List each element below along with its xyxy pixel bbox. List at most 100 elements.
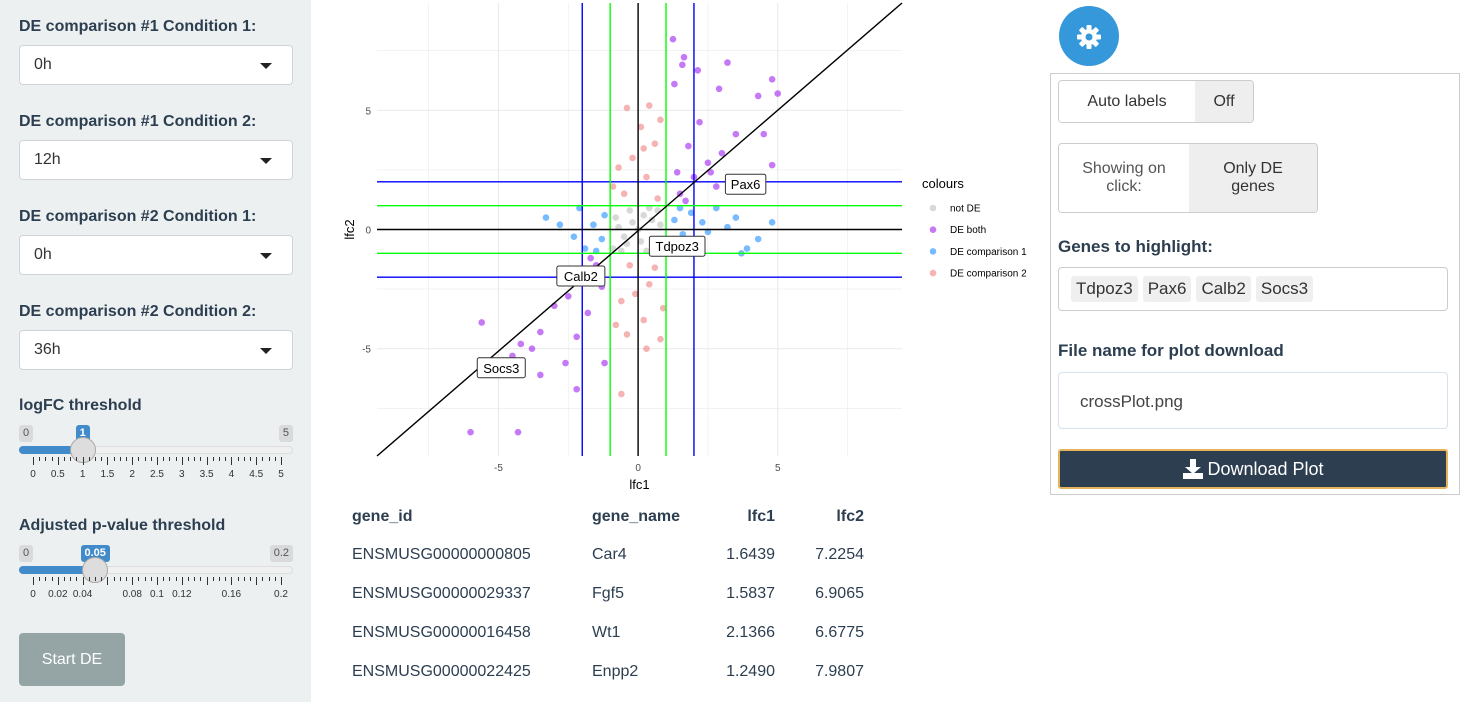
data-point[interactable] (768, 161, 776, 169)
data-point[interactable] (669, 35, 677, 43)
settings-button[interactable] (1059, 6, 1119, 66)
data-point[interactable] (651, 140, 659, 147)
data-point[interactable] (760, 130, 768, 138)
data-point[interactable] (671, 80, 678, 88)
data-point[interactable] (618, 297, 625, 305)
data-point[interactable] (478, 319, 486, 326)
slider-tick-label: 0.02 (48, 589, 68, 600)
data-point[interactable] (537, 371, 544, 379)
data-point[interactable] (699, 219, 706, 226)
data-point[interactable] (657, 335, 664, 343)
slider-tick-label: 0.04 (72, 589, 93, 600)
slider-tick (76, 577, 78, 581)
data-point[interactable] (601, 359, 608, 367)
data-point[interactable] (626, 207, 634, 214)
data-point[interactable] (645, 281, 653, 288)
data-point[interactable] (573, 385, 580, 393)
data-point[interactable] (754, 235, 762, 243)
toggle-value[interactable]: Only DE genes (1189, 144, 1317, 212)
data-point[interactable] (623, 104, 631, 112)
data-point[interactable] (732, 214, 740, 221)
genes-input[interactable]: Tdpoz3 Pax6 Calb2 Socs3 (1058, 267, 1448, 311)
start-de-button[interactable]: Start DE (19, 633, 125, 686)
y-tick-label: 5 (365, 106, 371, 117)
data-point[interactable] (768, 219, 776, 226)
caret-down-icon (260, 253, 272, 259)
data-point[interactable] (623, 331, 631, 338)
data-point[interactable] (570, 233, 578, 240)
data-point[interactable] (724, 59, 731, 66)
data-point[interactable] (673, 168, 681, 176)
table-cell: 1.5837 (726, 585, 775, 602)
data-point[interactable] (514, 428, 522, 436)
data-point[interactable] (584, 309, 592, 317)
data-point[interactable] (467, 428, 474, 436)
data-point[interactable] (679, 61, 686, 69)
data-point[interactable] (682, 197, 689, 205)
data-point[interactable] (768, 75, 776, 83)
de1-cond2-select[interactable]: 12h (19, 140, 293, 180)
data-point[interactable] (542, 214, 550, 221)
data-point[interactable] (573, 333, 580, 341)
data-point[interactable] (712, 183, 720, 190)
data-point[interactable] (694, 66, 702, 74)
data-point[interactable] (618, 390, 625, 398)
showing-on-click-toggle[interactable]: Showing on click: Only DE genes (1058, 143, 1318, 213)
auto-labels-toggle[interactable]: Auto labels Off (1058, 80, 1254, 123)
data-point[interactable] (645, 102, 653, 109)
data-point[interactable] (704, 159, 712, 167)
data-point[interactable] (685, 142, 692, 150)
data-point[interactable] (743, 245, 751, 252)
cross-plot[interactable]: Pax6 Tdpoz3 Calb2 Socs3 -5 0 5 -5 0 5 lfc1 lfc2 colo… (330, 0, 1045, 500)
data-point[interactable] (629, 154, 636, 162)
data-point[interactable] (715, 85, 723, 93)
data-point[interactable] (528, 345, 536, 353)
filename-input[interactable]: crossPlot.png (1058, 372, 1448, 429)
data-point[interactable] (556, 221, 564, 229)
data-point[interactable] (598, 235, 606, 243)
data-point[interactable] (620, 233, 628, 240)
data-point[interactable] (643, 173, 650, 181)
de1-cond1-select[interactable]: 0h (19, 45, 293, 85)
data-point[interactable] (587, 254, 594, 262)
data-point[interactable] (612, 214, 620, 221)
data-point[interactable] (654, 195, 661, 202)
slider-min: 0 (19, 425, 34, 442)
slider-tick (107, 457, 109, 465)
data-point[interactable] (629, 219, 636, 226)
gene-chip[interactable]: Socs3 (1255, 276, 1314, 302)
data-point[interactable] (680, 53, 688, 61)
slider-tick (219, 577, 220, 581)
gene-chip[interactable]: Pax6 (1142, 276, 1192, 302)
data-point[interactable] (671, 216, 678, 224)
data-point[interactable] (537, 328, 544, 336)
data-point[interactable] (564, 292, 572, 300)
toggle-value[interactable]: Off (1195, 81, 1253, 122)
gene-chip[interactable]: Calb2 (1196, 276, 1251, 302)
data-point[interactable] (517, 340, 525, 348)
data-point[interactable] (612, 321, 620, 329)
de2-cond1-select[interactable]: 0h (19, 235, 293, 275)
data-point[interactable] (626, 261, 634, 269)
data-point[interactable] (640, 145, 647, 152)
data-point[interactable] (601, 211, 608, 219)
data-point[interactable] (640, 316, 647, 324)
data-point[interactable] (754, 92, 762, 100)
gene-chip[interactable]: Tdpoz3 (1071, 276, 1138, 302)
data-point[interactable] (657, 116, 664, 124)
data-point[interactable] (657, 221, 664, 229)
data-point[interactable] (590, 221, 597, 229)
data-point[interactable] (643, 345, 650, 353)
data-point[interactable] (620, 190, 628, 198)
de2-cond2-select[interactable]: 36h (19, 330, 293, 370)
data-point[interactable] (640, 211, 647, 219)
data-point[interactable] (615, 164, 622, 171)
data-point[interactable] (562, 359, 569, 367)
x-tick-label: 0 (635, 463, 641, 474)
data-point[interactable] (696, 118, 703, 126)
data-point[interactable] (774, 90, 782, 97)
data-point[interactable] (732, 130, 740, 138)
download-plot-button[interactable]: Download Plot (1058, 449, 1448, 489)
data-point[interactable] (651, 264, 659, 271)
slider-tick (200, 457, 202, 461)
